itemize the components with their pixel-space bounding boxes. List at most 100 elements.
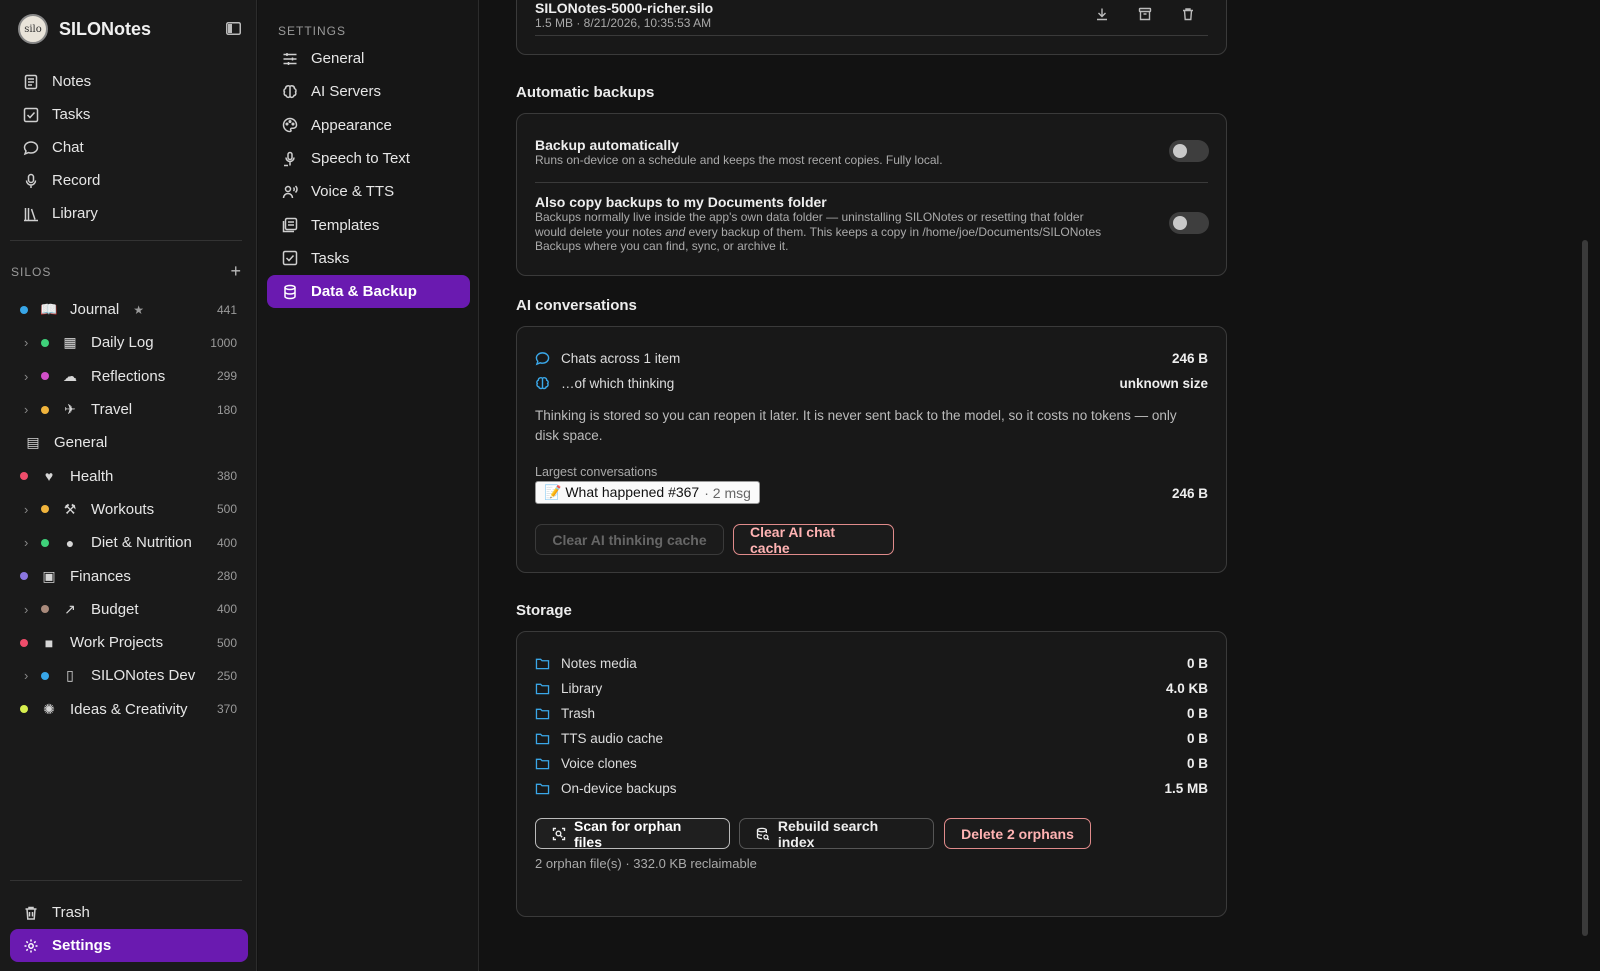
plane-icon: ✈	[64, 401, 76, 418]
clear-thinking-cache-button[interactable]: Clear AI thinking cache	[535, 524, 724, 555]
phone-icon: ▯	[66, 667, 74, 684]
silo-item[interactable]: ▤ General	[0, 426, 257, 459]
silo-item[interactable]: ■ Work Projects 500	[0, 626, 257, 659]
backup-file-info: SILONotes-5000-richer.silo 1.5 MB · 8/21…	[535, 0, 713, 30]
silo-item[interactable]: ♥ Health 380	[0, 459, 257, 492]
chevron-right-icon[interactable]: ›	[24, 335, 28, 350]
add-silo-icon[interactable]: +	[230, 261, 241, 282]
copy-documents-toggle[interactable]	[1169, 212, 1209, 234]
delete-orphans-button[interactable]: Delete 2 orphans	[944, 818, 1091, 849]
row-label: Notes media	[561, 655, 637, 671]
chevron-right-icon[interactable]: ›	[24, 502, 28, 517]
download-icon[interactable]	[1094, 6, 1110, 22]
dumbbell-icon: ⚒	[63, 500, 77, 517]
settings-nav: SETTINGS General AI Servers Appearance S…	[258, 0, 479, 971]
nav-label: Trash	[52, 904, 90, 921]
thought-icon: ☁	[63, 367, 77, 384]
silo-item[interactable]: › ● Diet & Nutrition 400	[0, 526, 257, 559]
settings-tab-ai-servers[interactable]: AI Servers	[267, 75, 470, 108]
silo-item[interactable]: › ↗ Budget 400	[0, 593, 257, 626]
text-fragment: would delete your notes	[535, 224, 666, 239]
silo-item[interactable]: › ▯ SILONotes Dev 250	[0, 659, 257, 692]
chevron-right-icon[interactable]: ›	[24, 402, 28, 417]
silo-color-dot	[20, 638, 28, 647]
chevron-right-icon[interactable]: ›	[24, 602, 28, 617]
button-label: Rebuild search index	[777, 817, 879, 850]
folder-icon	[535, 682, 551, 695]
nav-item-trash[interactable]: Trash	[10, 896, 248, 929]
scan-icon	[552, 827, 566, 840]
nav-item-notes[interactable]: Notes	[10, 65, 242, 98]
conversation-link[interactable]: 📝 What happened #367 · 2 msg	[535, 481, 760, 504]
emphasis-text: and	[665, 224, 686, 239]
clear-chat-cache-button[interactable]: Clear AI chat cache	[733, 524, 894, 556]
conversation-meta: · 2 msg	[704, 484, 751, 501]
delete-icon[interactable]	[1180, 6, 1196, 22]
nav-item-settings[interactable]: Settings	[10, 929, 248, 962]
sidebar-toggle-icon[interactable]	[224, 19, 242, 37]
settings-tab-tasks[interactable]: Tasks	[267, 242, 470, 275]
nav-item-library[interactable]: Library	[10, 197, 242, 230]
backup-file-name: SILONotes-5000-richer.silo	[535, 0, 714, 16]
chevron-right-icon[interactable]: ›	[24, 668, 28, 683]
row-value: 0 B	[1186, 730, 1208, 746]
nav-item-record[interactable]: Record	[10, 164, 242, 197]
silo-item[interactable]: 📖 Journal ★ 441	[0, 293, 257, 326]
silo-count: 500	[216, 635, 237, 650]
rebuild-index-button[interactable]: Rebuild search index	[739, 817, 934, 850]
text-fragment: every backup of them. This keeps a copy …	[685, 224, 1102, 239]
silo-item[interactable]: › ⚒ Workouts 500	[0, 493, 257, 526]
settings-tab-general[interactable]: General	[267, 42, 470, 75]
storage-row: On-device backups 1.5 MB	[535, 778, 1208, 798]
silo-list: 📖 Journal ★ 441 › ▦ Daily Log 1000 › ☁ Reflections…	[0, 293, 257, 726]
row-label: Library	[561, 680, 603, 696]
brain-icon	[535, 376, 551, 391]
silo-label: Health	[70, 467, 114, 485]
briefcase-icon: ■	[44, 634, 54, 651]
silo-count: 441	[216, 302, 237, 317]
divider	[535, 35, 1208, 36]
silo-color-dot	[41, 505, 49, 514]
folder-icon	[535, 707, 551, 720]
silo-item[interactable]: › ☁ Reflections 299	[0, 360, 257, 393]
ai-thinking-note: Thinking is stored so you can reopen it …	[535, 406, 1177, 446]
settings-tab-templates[interactable]: Templates	[267, 208, 470, 241]
copy-documents-row: Also copy backups to my Documents folder…	[535, 194, 1155, 254]
ai-card: Chats across 1 item 246 B …of which thin…	[516, 326, 1227, 573]
content-scrollbar[interactable]	[1582, 240, 1588, 936]
silo-color-dot	[41, 405, 49, 414]
section-title-ai: AI conversations	[516, 297, 637, 314]
logo-text: silo	[24, 23, 42, 35]
silo-label: General	[54, 434, 108, 452]
settings-tab-label: Speech to Text	[311, 150, 410, 168]
silo-label: Journal	[70, 301, 120, 319]
silo-count: 400	[216, 602, 237, 617]
database-search-icon	[756, 827, 770, 840]
silo-item[interactable]: › ▦ Daily Log 1000	[0, 326, 257, 359]
star-icon[interactable]: ★	[133, 303, 144, 317]
silo-item[interactable]: ▣ Finances 280	[0, 559, 257, 592]
silos-header-label: SILOS	[11, 264, 52, 279]
chevron-right-icon[interactable]: ›	[24, 369, 28, 384]
sidebar-divider	[10, 240, 242, 241]
settings-tab-voice-tts[interactable]: Voice & TTS	[267, 175, 470, 208]
backup-auto-toggle[interactable]	[1169, 140, 1209, 162]
archive-icon[interactable]	[1137, 6, 1153, 22]
voice-icon	[281, 183, 299, 201]
bulb-icon: ✺	[43, 700, 55, 717]
calendar-icon: ▦	[63, 334, 77, 351]
ai-chats-row: Chats across 1 item 246 B	[535, 348, 1208, 368]
row-value: 0 B	[1186, 655, 1208, 671]
scan-orphans-button[interactable]: Scan for orphan files	[535, 818, 730, 850]
silo-item[interactable]: ✺ Ideas & Creativity 370	[0, 693, 257, 726]
chevron-right-icon[interactable]: ›	[24, 535, 28, 550]
nav-item-tasks[interactable]: Tasks	[10, 98, 242, 131]
nav-item-chat[interactable]: Chat	[10, 131, 242, 164]
silo-color-dot	[41, 605, 49, 614]
silo-item[interactable]: › ✈ Travel 180	[0, 393, 257, 426]
settings-tab-speech-to-text[interactable]: Speech to Text	[267, 142, 470, 175]
silo-color-dot	[41, 372, 49, 381]
settings-tab-data-backup[interactable]: Data & Backup	[267, 275, 470, 309]
settings-tab-appearance[interactable]: Appearance	[267, 109, 470, 142]
silo-count: 400	[216, 535, 237, 550]
